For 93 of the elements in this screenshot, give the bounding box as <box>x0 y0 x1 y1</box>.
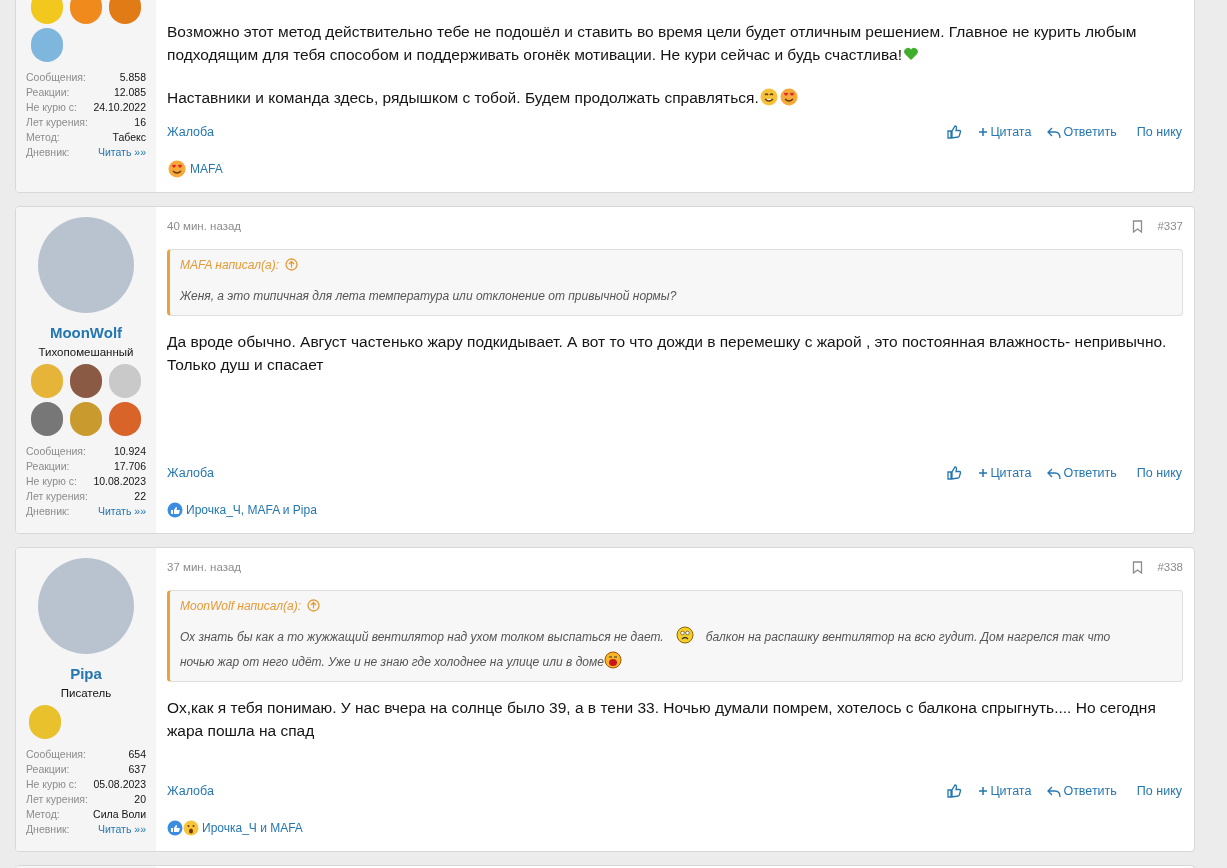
stat-value: 10.924 <box>113 443 146 459</box>
quote-text: Женя, а это типичная для лета температура или отклонение от привычной нормы? <box>180 288 677 303</box>
quote-button[interactable]: Цитата <box>978 123 1032 142</box>
stat-value: 10.08.2023 <box>93 473 146 489</box>
stat-value: 654 <box>128 746 146 762</box>
heart-eyes-icon <box>168 159 186 178</box>
bookmark-icon <box>1132 220 1144 234</box>
stat-label: Дневник: <box>26 821 70 837</box>
stat-label: Сообщения: <box>26 443 86 459</box>
stat-value: 5.858 <box>119 70 146 85</box>
stat-label: Реакции: <box>26 761 70 777</box>
diary-link[interactable]: Читать »» <box>97 503 146 519</box>
smiley-icon <box>759 88 778 106</box>
quote-text: Ох знать бы как а то жужжащий вентилятор над ухом толком выспаться не дает. <box>180 629 664 644</box>
stat-value: 22 <box>134 488 146 504</box>
post-time: 37 мин. назад <box>167 560 242 576</box>
report-link[interactable]: Жалоба <box>167 123 214 142</box>
username-link[interactable]: MoonWolf <box>49 322 123 343</box>
stat-label: Метод: <box>26 806 60 822</box>
surprised-face-icon <box>183 819 199 836</box>
plus-icon <box>978 786 989 797</box>
report-link[interactable]: Жалоба <box>167 464 214 483</box>
stat-label: Не курю с: <box>26 473 77 489</box>
username-link[interactable]: Pipa <box>70 663 102 684</box>
arrow-up-circle-icon <box>307 599 321 613</box>
like-button[interactable] <box>947 125 963 140</box>
arrow-up-circle-icon <box>285 258 299 272</box>
like-button[interactable] <box>947 784 963 799</box>
reactions-link[interactable]: Ирочка_Ч, MAFA и Pipa <box>186 500 317 519</box>
user-title: Писатель <box>60 685 112 701</box>
post-text: Да вроде обычно. Август частенько жару подкидывает. А вот то что дожди в перемешку с жарой , это постоянная влажность- непривычно. Только душ и спасает <box>167 332 1167 373</box>
post-text: Ох,как я тебя понимаю. У нас вчера на солнце было 39, а в тени 33. Ночью думали помрем, хотелось с балкона спрыгнуть.... Но сегодня жара пошла на спад <box>167 698 1156 739</box>
quote-button[interactable]: Цитата <box>978 782 1032 801</box>
stat-label: Не курю с: <box>26 100 77 115</box>
quote-text: ночью жар от него идёт. Уже и не знаю где холоднее на улице или в доме <box>180 654 604 669</box>
thumbs-up-icon <box>947 466 963 481</box>
thumbs-up-icon <box>167 501 183 518</box>
quote-text: балкон на распашку вентилятор на всю гудит. Дом нагрелся так что <box>705 629 1111 644</box>
report-link[interactable]: Жалоба <box>167 782 214 801</box>
reply-button[interactable]: Ответить <box>1047 123 1117 142</box>
plus-icon <box>978 127 989 138</box>
stat-value: 637 <box>128 761 146 777</box>
mention-button[interactable]: По нику <box>1136 123 1182 142</box>
post-text: Возможно этот метод действительно тебе не подошёл и ставить во время цели будет отличным решением. Главное не курить любым <box>167 23 1137 40</box>
stat-label: Лет курения: <box>26 115 88 130</box>
reply-arrow-icon <box>1047 784 1062 798</box>
reactions-link[interactable]: MAFA <box>190 159 223 178</box>
post-time: 40 мин. назад <box>167 219 242 235</box>
stat-label: Дневник: <box>26 503 70 519</box>
reply-button[interactable]: Ответить <box>1047 782 1117 801</box>
stat-label: Сообщения: <box>26 70 86 85</box>
quote-author: MAFA написал(а): <box>180 256 280 274</box>
post-text: подходящим для тебя способом и поддерживать огонёк мотивации. Не кури сейчас и будь счастлива! <box>167 46 903 63</box>
stat-value: Табекс <box>112 130 146 145</box>
stat-value: Сила Воли <box>93 806 146 822</box>
thumbs-up-icon <box>947 784 963 799</box>
bookmark-icon <box>1132 561 1144 575</box>
diary-link[interactable]: Читать »» <box>97 145 146 160</box>
stat-value: 24.10.2022 <box>93 100 146 115</box>
heart-eyes-icon <box>779 88 798 106</box>
thumbs-up-icon <box>167 819 183 836</box>
post-number-link[interactable]: #337 <box>1157 218 1183 236</box>
stat-value: 16 <box>134 115 146 130</box>
stat-label: Реакции: <box>26 458 70 474</box>
reactions-link[interactable]: Ирочка_Ч и MAFA <box>202 818 303 837</box>
reply-arrow-icon <box>1047 466 1062 480</box>
post-number-link[interactable]: #338 <box>1157 559 1183 577</box>
like-button[interactable] <box>947 466 963 481</box>
diary-link[interactable]: Читать »» <box>97 821 146 837</box>
heart-icon <box>903 46 920 62</box>
stat-label: Сообщения: <box>26 746 86 762</box>
reply-arrow-icon <box>1047 125 1062 139</box>
post-text: Наставники и команда здесь, рядышком с тобой. Будем продолжать справляться. <box>167 89 759 106</box>
quote-author: MoonWolf написал(а): <box>180 597 302 615</box>
stat-label: Не курю с: <box>26 776 77 792</box>
stat-label: Лет курения: <box>26 488 88 504</box>
mention-button[interactable]: По нику <box>1136 464 1182 483</box>
thumbs-up-icon <box>947 125 963 140</box>
plus-icon <box>978 468 989 479</box>
stat-label: Реакции: <box>26 85 70 100</box>
stat-value: 17.706 <box>113 458 146 474</box>
sweating-face-icon <box>603 650 622 669</box>
stat-value: 05.08.2023 <box>93 776 146 792</box>
reply-button[interactable]: Ответить <box>1047 464 1117 483</box>
stat-label: Лет курения: <box>26 791 88 807</box>
stat-label: Дневник: <box>26 145 70 160</box>
stat-value: 12.085 <box>113 85 146 100</box>
stat-label: Метод: <box>26 130 60 145</box>
stat-value: 20 <box>134 791 146 807</box>
quote-button[interactable]: Цитата <box>978 464 1032 483</box>
user-title: Тихопомешанный <box>38 344 134 360</box>
mention-button[interactable]: По нику <box>1136 782 1182 801</box>
worried-face-icon <box>675 625 694 644</box>
